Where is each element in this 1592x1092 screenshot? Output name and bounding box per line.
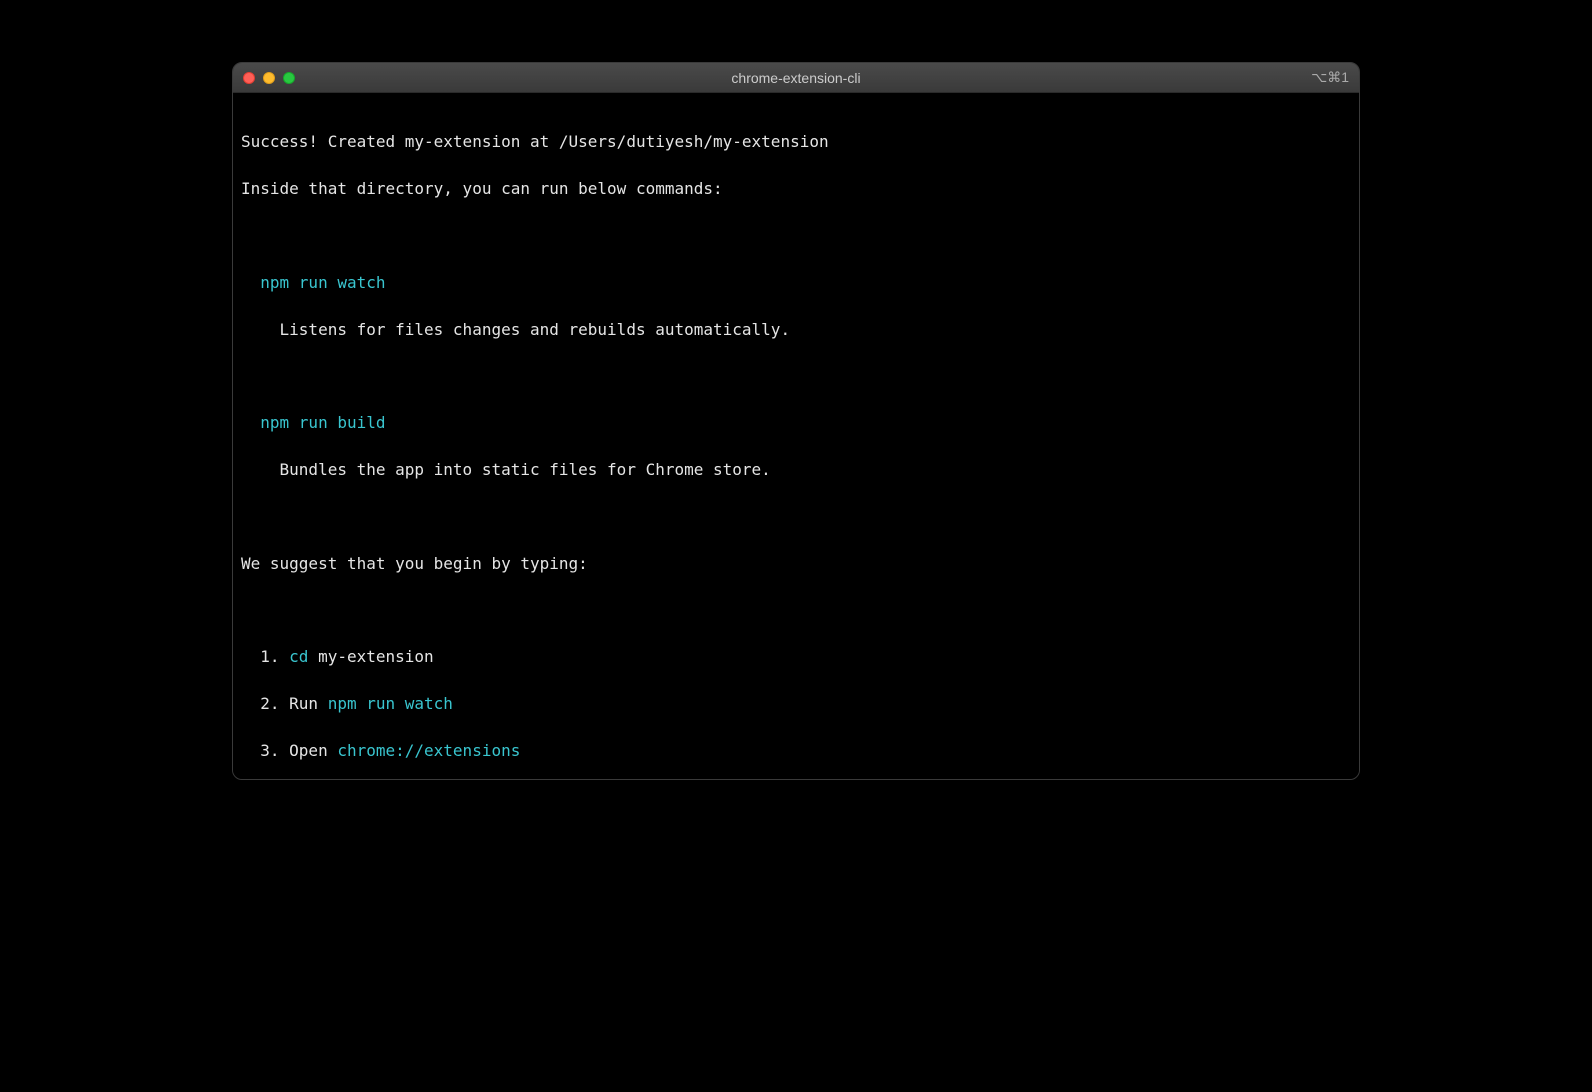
terminal-window: chrome-extension-cli ⌥⌘1 Success! Create… (232, 62, 1360, 780)
command-name: npm run watch (241, 273, 386, 292)
zoom-icon[interactable] (283, 72, 295, 84)
command-name: npm run build (241, 413, 386, 432)
output-line (241, 599, 1351, 622)
output-line: Success! Created my-extension at /Users/… (241, 130, 1351, 153)
output-line: Bundles the app into static files for Ch… (241, 458, 1351, 481)
step-text: my-extension (308, 647, 433, 666)
step-number: 2. Run (241, 694, 328, 713)
minimize-icon[interactable] (263, 72, 275, 84)
close-icon[interactable] (243, 72, 255, 84)
output-line: npm run build (241, 411, 1351, 434)
output-line (241, 364, 1351, 387)
step-number: 3. Open (241, 741, 337, 760)
window-title: chrome-extension-cli (233, 70, 1359, 86)
step-number: 1. (241, 647, 289, 666)
output-line: 1. cd my-extension (241, 645, 1351, 668)
highlight: npm run watch (328, 694, 453, 713)
highlight: cd (289, 647, 308, 666)
highlight: chrome://extensions (337, 741, 520, 760)
terminal-body[interactable]: Success! Created my-extension at /Users/… (233, 93, 1359, 779)
output-line: 3. Open chrome://extensions (241, 739, 1351, 762)
shortcut-indicator: ⌥⌘1 (1311, 69, 1349, 86)
output-line: 2. Run npm run watch (241, 692, 1351, 715)
output-line: Inside that directory, you can run below… (241, 177, 1351, 200)
output-line: npm run watch (241, 271, 1351, 294)
output-line: Listens for files changes and rebuilds a… (241, 318, 1351, 341)
output-line (241, 224, 1351, 247)
output-line: We suggest that you begin by typing: (241, 552, 1351, 575)
output-line (241, 505, 1351, 528)
title-bar: chrome-extension-cli ⌥⌘1 (233, 63, 1359, 93)
traffic-lights (243, 72, 295, 84)
